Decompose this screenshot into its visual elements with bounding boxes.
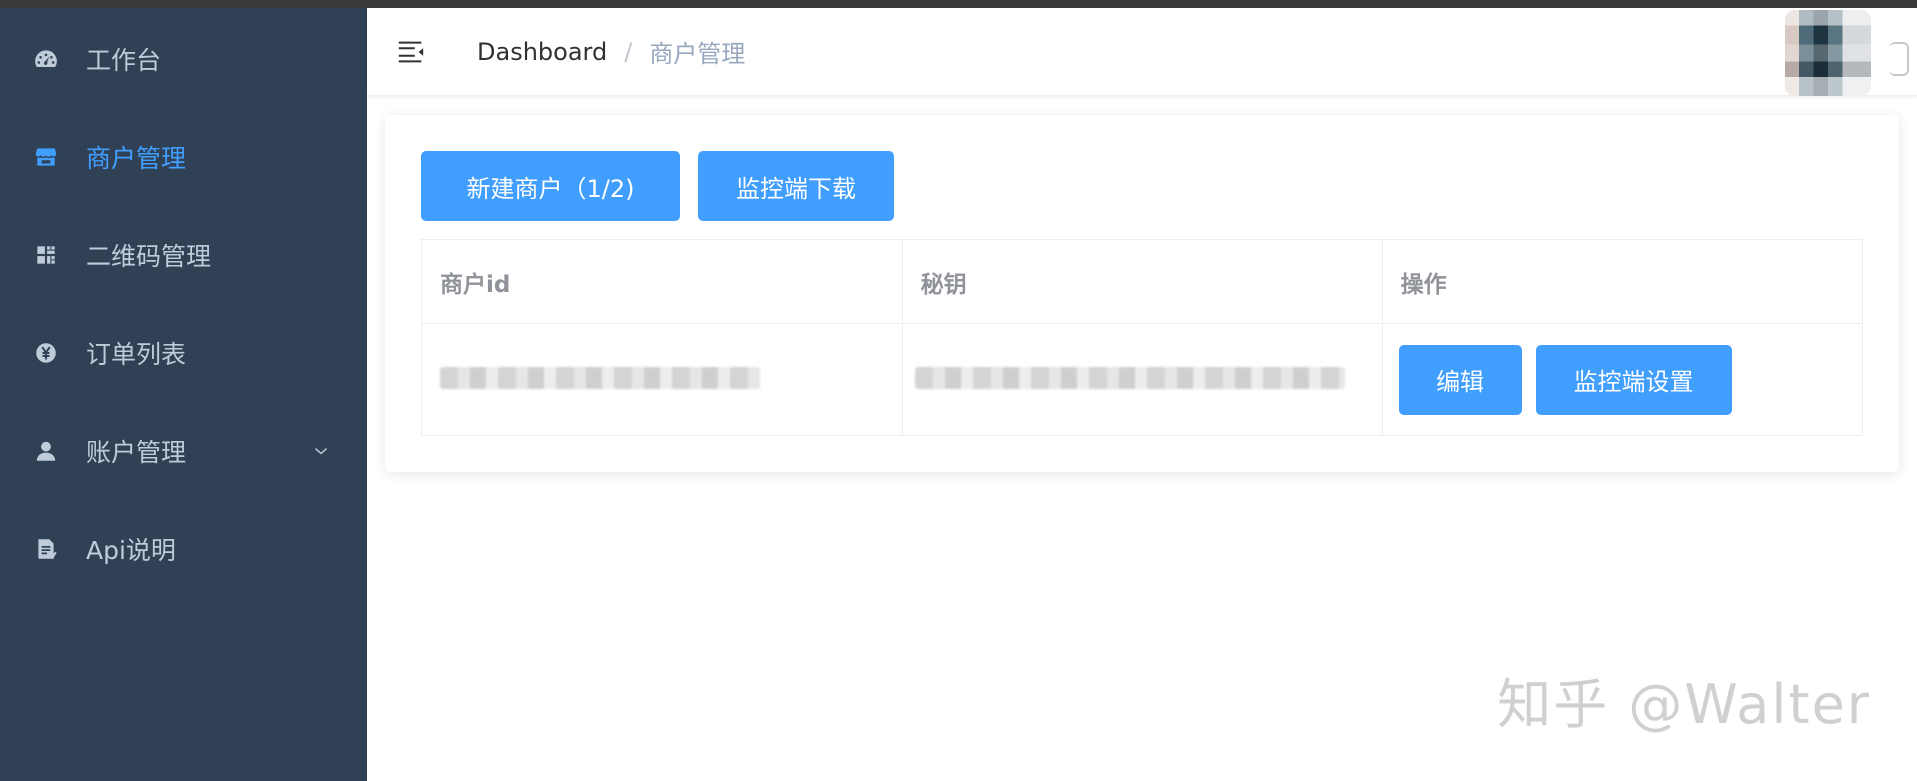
table-header-row: 商户id 秘钥 操作: [421, 239, 1864, 324]
sidebar: 工作台 商户管理 二维码管理 订单列表 账户管理 Api说明: [0, 0, 367, 781]
avatar-dropdown-icon[interactable]: [1889, 42, 1909, 76]
document-icon: [32, 535, 60, 563]
breadcrumb-item-dashboard[interactable]: Dashboard: [477, 38, 607, 66]
sidebar-item-qrcodes[interactable]: 二维码管理: [0, 206, 367, 304]
column-header-actions: 操作: [1382, 239, 1864, 324]
sidebar-item-accounts[interactable]: 账户管理: [0, 402, 367, 500]
menu-fold-icon[interactable]: [395, 36, 427, 68]
actions-cell: 编辑 监控端设置: [1382, 323, 1864, 436]
yen-icon: [32, 339, 60, 367]
sidebar-menu: 工作台 商户管理 二维码管理 订单列表 账户管理 Api说明: [0, 0, 367, 598]
window-top-border: [0, 0, 1917, 8]
sidebar-item-label: 账户管理: [86, 438, 187, 467]
secret-cell: [902, 323, 1383, 436]
column-header-secret: 秘钥: [902, 239, 1383, 324]
main-content: Dashboard / 商户管理 新建商户（1/2) 监控端下载 商户id 秘钥…: [367, 8, 1917, 781]
chevron-down-icon[interactable]: [311, 441, 331, 461]
breadcrumb-item-current: 商户管理: [649, 40, 746, 68]
sidebar-item-label: 商户管理: [86, 144, 187, 173]
merchant-table: 商户id 秘钥 操作 编辑 监控端设置: [421, 239, 1864, 436]
new-merchant-button[interactable]: 新建商户（1/2): [421, 151, 680, 221]
merchant-id-cell: [421, 323, 903, 436]
breadcrumb-separator: /: [624, 37, 633, 66]
navbar: Dashboard / 商户管理: [367, 8, 1917, 96]
sidebar-item-label: Api说明: [86, 536, 176, 565]
sidebar-item-label: 工作台: [86, 46, 162, 75]
dashboard-icon: [32, 45, 60, 73]
qrcode-icon: [32, 241, 60, 269]
monitor-settings-button[interactable]: 监控端设置: [1535, 344, 1732, 415]
watermark: 知乎 @Walter: [1497, 673, 1871, 736]
store-icon: [32, 143, 60, 171]
edit-button[interactable]: 编辑: [1398, 344, 1522, 415]
redacted-merchant-id: [440, 366, 760, 389]
avatar[interactable]: [1785, 10, 1871, 96]
sidebar-item-dashboard[interactable]: 工作台: [0, 10, 367, 108]
redacted-secret: [914, 366, 1345, 389]
user-icon: [32, 437, 60, 465]
download-monitor-button[interactable]: 监控端下载: [698, 151, 894, 221]
sidebar-item-label: 订单列表: [86, 340, 187, 369]
table-row: 编辑 监控端设置: [421, 323, 1864, 436]
column-header-merchant-id: 商户id: [421, 239, 903, 324]
merchant-card: 新建商户（1/2) 监控端下载 商户id 秘钥 操作 编辑 监控端设置: [385, 115, 1899, 472]
sidebar-item-api-docs[interactable]: Api说明: [0, 500, 367, 598]
breadcrumb: Dashboard / 商户管理: [477, 34, 745, 69]
sidebar-item-merchants[interactable]: 商户管理: [0, 108, 367, 206]
sidebar-item-orders[interactable]: 订单列表: [0, 304, 367, 402]
sidebar-item-label: 二维码管理: [86, 242, 212, 271]
